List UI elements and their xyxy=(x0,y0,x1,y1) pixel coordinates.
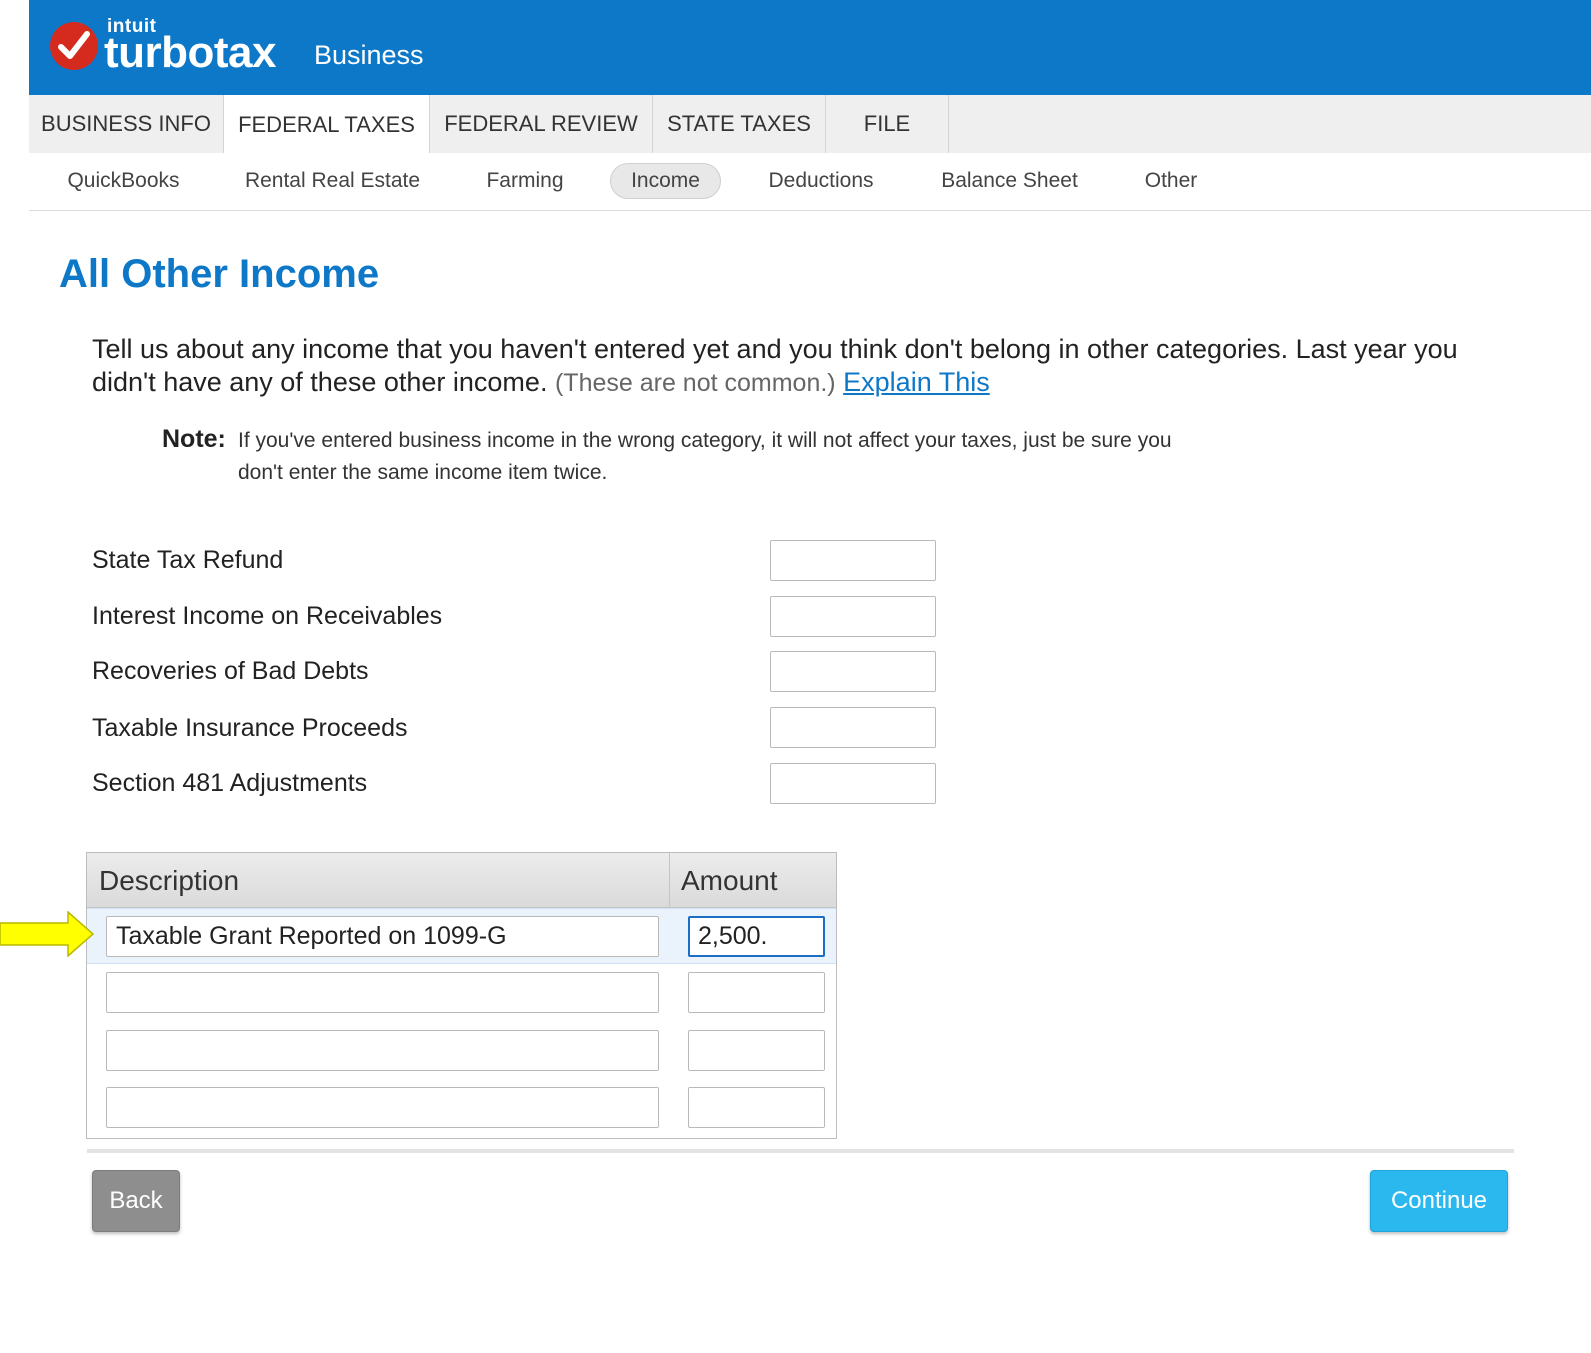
main-tab-bar: BUSINESS INFO FEDERAL TAXES FEDERAL REVI… xyxy=(29,95,1591,154)
field-label-insurance-proceeds: Taxable Insurance Proceeds xyxy=(92,714,408,742)
note-text: If you've entered business income in the… xyxy=(238,429,1172,484)
yellow-arrow-icon xyxy=(0,911,95,957)
sub-tab-bar: QuickBooks Rental Real Estate Farming In… xyxy=(29,153,1591,211)
description-input[interactable] xyxy=(106,1087,659,1128)
page-title: All Other Income xyxy=(59,252,380,296)
explain-this-link[interactable]: Explain This xyxy=(843,367,990,397)
note-label: Note: xyxy=(162,425,226,453)
edition-label: Business xyxy=(314,40,424,70)
interest-income-input[interactable] xyxy=(770,596,936,637)
description-input[interactable] xyxy=(106,1030,659,1071)
table-header: Description Amount xyxy=(87,853,836,908)
subtab-balance-sheet[interactable]: Balance Sheet xyxy=(932,163,1087,199)
subtab-quickbooks[interactable]: QuickBooks xyxy=(51,163,196,199)
app-window: intuit turbotax Business BUSINESS INFO F… xyxy=(29,0,1591,1353)
footer-divider xyxy=(87,1149,1514,1153)
table-row[interactable] xyxy=(87,908,836,964)
subtab-deductions[interactable]: Deductions xyxy=(756,163,886,199)
amount-input[interactable] xyxy=(688,1030,825,1071)
table-row[interactable] xyxy=(87,1023,836,1079)
bad-debts-input[interactable] xyxy=(770,651,936,692)
column-header-amount: Amount xyxy=(681,865,778,896)
table-row[interactable] xyxy=(87,965,836,1021)
other-income-table: Description Amount xyxy=(86,852,837,1139)
field-label-section-481: Section 481 Adjustments xyxy=(92,769,368,797)
tab-business-info[interactable]: BUSINESS INFO xyxy=(29,95,224,153)
column-header-description: Description xyxy=(99,865,240,896)
description-input[interactable] xyxy=(106,972,659,1013)
insurance-proceeds-input[interactable] xyxy=(770,707,936,748)
tab-state-taxes[interactable]: STATE TAXES xyxy=(653,95,826,153)
field-label-state-tax-refund: State Tax Refund xyxy=(92,546,284,574)
intro-paragraph: Tell us about any income that you haven'… xyxy=(92,333,1482,400)
field-label-interest-income: Interest Income on Receivables xyxy=(92,602,443,630)
tab-federal-review[interactable]: FEDERAL REVIEW xyxy=(430,95,653,153)
app-header: intuit turbotax Business xyxy=(29,0,1591,95)
subtab-other[interactable]: Other xyxy=(1133,163,1209,199)
tab-federal-taxes[interactable]: FEDERAL TAXES xyxy=(224,95,430,154)
subtab-income[interactable]: Income xyxy=(610,163,721,199)
amount-input[interactable] xyxy=(688,916,825,957)
table-row[interactable] xyxy=(87,1080,836,1136)
amount-input[interactable] xyxy=(688,1087,825,1128)
subtab-farming[interactable]: Farming xyxy=(474,163,576,199)
subtab-rental-real-estate[interactable]: Rental Real Estate xyxy=(236,163,429,199)
continue-button[interactable]: Continue xyxy=(1370,1170,1508,1232)
column-divider xyxy=(669,853,670,907)
description-input[interactable] xyxy=(106,916,659,957)
intro-muted-text: (These are not common.) xyxy=(554,369,836,397)
back-button[interactable]: Back xyxy=(92,1170,180,1232)
turbotax-checkmark-icon xyxy=(50,22,98,70)
amount-input[interactable] xyxy=(688,972,825,1013)
tab-file[interactable]: FILE xyxy=(826,95,949,153)
section-481-input[interactable] xyxy=(770,763,936,804)
state-tax-refund-input[interactable] xyxy=(770,540,936,581)
turbotax-wordmark: turbotax xyxy=(104,28,277,77)
field-label-bad-debts: Recoveries of Bad Debts xyxy=(92,657,369,685)
